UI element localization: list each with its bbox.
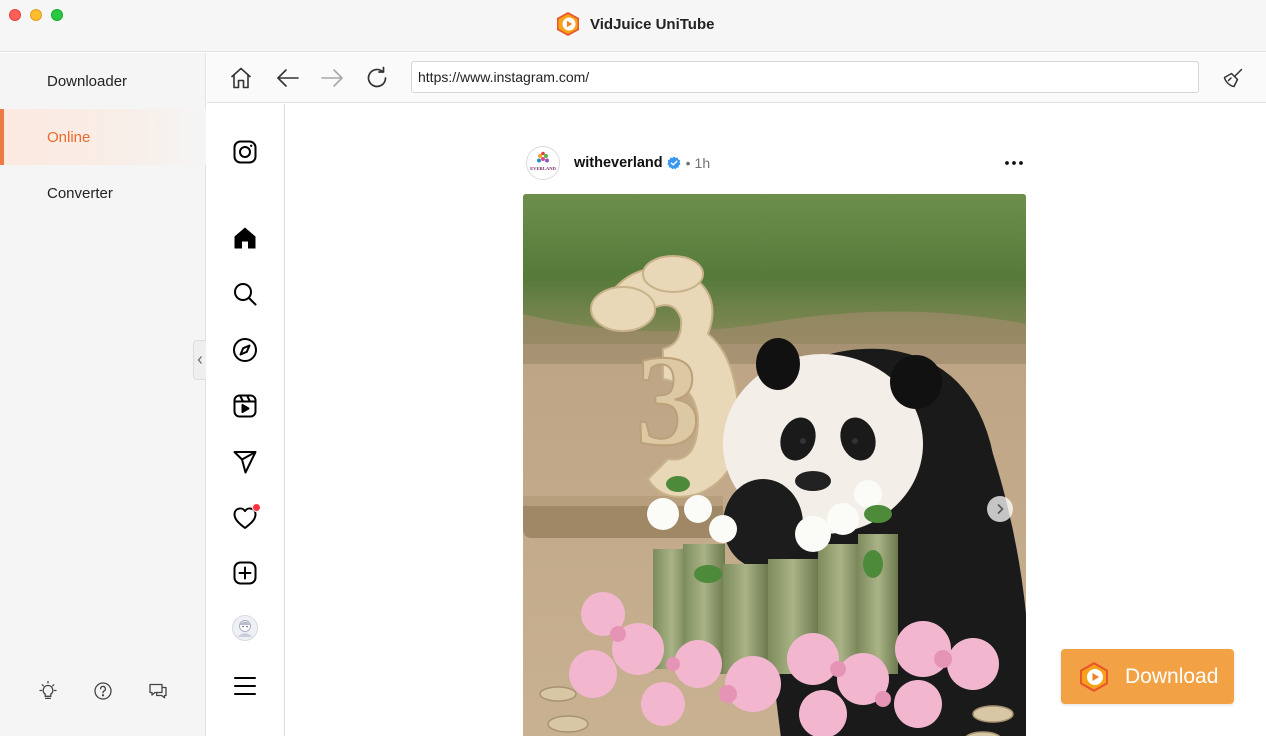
notification-badge [252, 503, 261, 512]
sidebar-item-online[interactable]: Online [0, 109, 206, 165]
chevron-right-icon [997, 504, 1004, 514]
carousel-next-button[interactable] [987, 496, 1013, 522]
create-icon[interactable] [232, 560, 258, 586]
everland-logo-icon: EVERLAND [530, 151, 557, 171]
back-icon[interactable] [275, 65, 301, 91]
post-author-avatar[interactable]: EVERLAND [526, 146, 560, 180]
download-button[interactable]: Download [1061, 649, 1234, 704]
url-input[interactable] [411, 61, 1199, 93]
messages-icon[interactable] [232, 449, 258, 475]
app-logo-icon [1080, 661, 1108, 692]
app-logo-icon [557, 12, 579, 36]
app-title-text: VidJuice UniTube [590, 15, 715, 33]
sidebar-item-label: Downloader [47, 72, 128, 90]
sidebar-footer [37, 680, 169, 702]
sidebar-item-label: Online [47, 128, 91, 146]
window-close-button[interactable] [9, 9, 21, 21]
post-header: EVERLAND witheverland • 1h [526, 146, 1026, 180]
title-bar: VidJuice UniTube [0, 0, 1266, 52]
sidebar-item-downloader[interactable]: Downloader [0, 53, 206, 109]
window-minimize-button[interactable] [30, 9, 42, 21]
post-timestamp[interactable]: 1h [695, 155, 711, 171]
wooden-number: 3 [636, 329, 701, 473]
instagram-logo-icon[interactable] [232, 139, 258, 165]
sidebar-item-label: Converter [47, 184, 113, 202]
profile-avatar[interactable] [232, 615, 258, 641]
post-image[interactable]: 3 [523, 194, 1026, 736]
menu-icon[interactable] [232, 673, 258, 699]
help-icon[interactable] [92, 680, 114, 702]
app-window: VidJuice UniTube Downloader Online Conve… [0, 0, 1266, 736]
reload-icon[interactable] [364, 65, 390, 91]
separator-dot: • [685, 155, 691, 171]
home-icon[interactable] [232, 225, 258, 251]
reels-icon[interactable] [232, 393, 258, 419]
sidebar-item-converter[interactable]: Converter [0, 165, 206, 221]
instagram-feed: EVERLAND witheverland • 1h 3 [286, 104, 1266, 736]
broom-icon[interactable] [1220, 65, 1246, 91]
instagram-nav-rail [207, 104, 285, 736]
post-username[interactable]: witheverland [574, 155, 663, 171]
verified-badge-icon [667, 156, 681, 170]
explore-icon[interactable] [232, 337, 258, 363]
feedback-icon[interactable] [147, 680, 169, 702]
collapse-sidebar-button[interactable] [193, 340, 206, 380]
sidebar: Downloader Online Converter [0, 53, 206, 736]
browser-toolbar [207, 53, 1266, 103]
more-options-icon[interactable] [1002, 146, 1026, 180]
window-zoom-button[interactable] [51, 9, 63, 21]
notifications-icon[interactable] [232, 503, 261, 531]
avatar-brand-text: EVERLAND [530, 166, 556, 171]
search-icon[interactable] [232, 281, 258, 307]
app-title: VidJuice UniTube [554, 10, 714, 38]
panda-photo: 3 [523, 194, 1026, 736]
lightbulb-icon[interactable] [37, 680, 59, 702]
home-icon[interactable] [228, 65, 254, 91]
chevron-left-icon [197, 356, 202, 364]
forward-icon[interactable] [319, 65, 345, 91]
download-button-label: Download [1125, 664, 1219, 688]
